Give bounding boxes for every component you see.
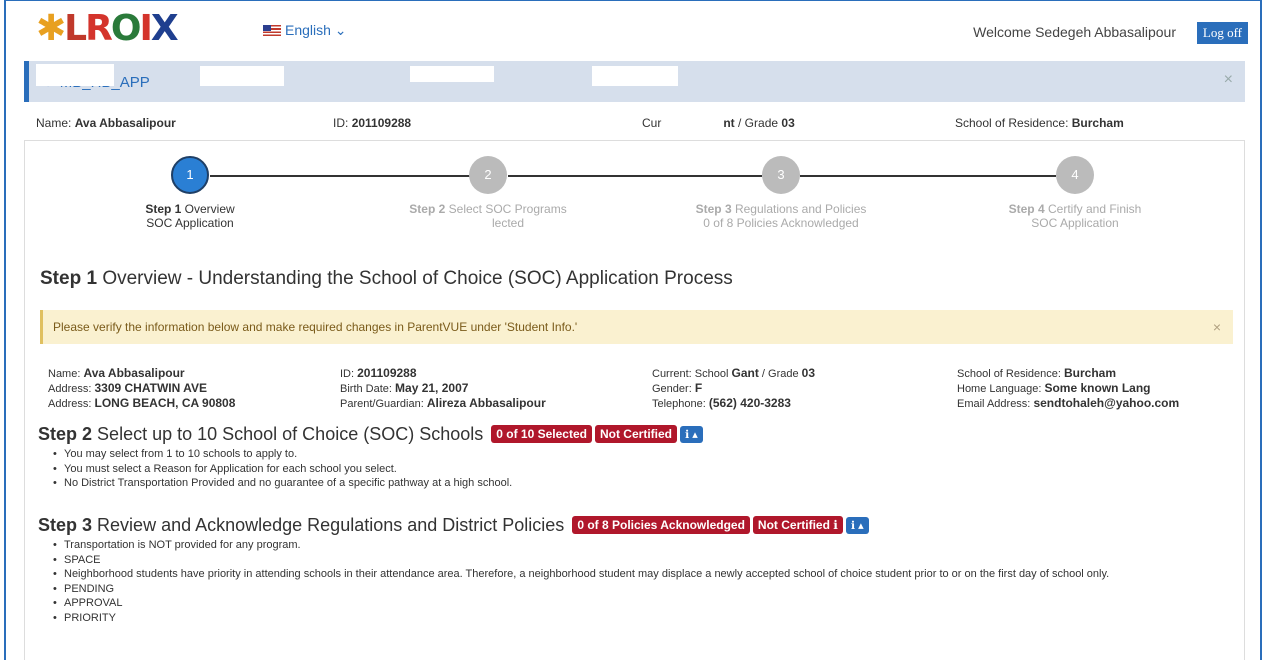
list-item: No District Transportation Provided and … bbox=[64, 476, 1224, 491]
stepper-connector bbox=[800, 175, 1056, 177]
step-2-bullet-list: You may select from 1 to 10 schools to a… bbox=[64, 447, 1224, 491]
step-2-heading: Step 2 Select up to 10 School of Choice … bbox=[38, 424, 703, 445]
us-flag-icon bbox=[263, 25, 281, 36]
list-item: PRIORITY bbox=[64, 611, 1224, 626]
info-toggle-button[interactable]: ℹ ▴ bbox=[845, 517, 869, 534]
details-column-school: Current: School Gant / Grade 03 Gender: … bbox=[652, 366, 816, 410]
logo-figure-icon: ✱ bbox=[36, 8, 66, 49]
certification-status-badge: Not Certified ℹ bbox=[752, 516, 843, 534]
step-3-circle[interactable]: 3 bbox=[762, 156, 800, 194]
language-label: English ⌄ bbox=[285, 22, 347, 38]
details-column-student: Name: Ava Abbasalipour Address: 3309 CHA… bbox=[48, 366, 236, 410]
close-icon[interactable]: × bbox=[1224, 71, 1233, 89]
step-1-circle[interactable]: 1 bbox=[171, 156, 209, 194]
redaction-block bbox=[36, 64, 114, 86]
top-bar: ✱LROIX English ⌄ Welcome Sedegeh Abbasal… bbox=[6, 4, 1260, 56]
step-3-label[interactable]: Step 3 Regulations and Policies 0 of 8 Po… bbox=[671, 202, 891, 230]
stepper-connector bbox=[210, 175, 470, 177]
redaction-block bbox=[200, 66, 284, 86]
step-4-circle[interactable]: 4 bbox=[1056, 156, 1094, 194]
list-item: SPACE bbox=[64, 553, 1224, 568]
summary-current-school: Cur nt / Grade 03 bbox=[642, 116, 795, 130]
step-1-heading: Step 1 Overview - Understanding the Scho… bbox=[40, 268, 733, 289]
logoff-button[interactable]: Log off bbox=[1196, 22, 1248, 44]
step-3-bullet-list: Transportation is NOT provided for any p… bbox=[64, 538, 1224, 625]
language-selector[interactable]: English ⌄ bbox=[263, 22, 347, 39]
list-item: PENDING bbox=[64, 582, 1224, 597]
step-1-label[interactable]: Step 1 Overview SOC Application bbox=[80, 202, 300, 230]
close-icon[interactable]: × bbox=[1213, 319, 1221, 335]
selected-count-badge: 0 of 10 Selected bbox=[491, 425, 592, 443]
redaction-block bbox=[592, 66, 678, 86]
step-3-heading: Step 3 Review and Acknowledge Regulation… bbox=[38, 515, 869, 536]
step-2-label[interactable]: Step 2 Select SOC Programs lected bbox=[378, 202, 598, 230]
details-column-residence: School of Residence: Burcham Home Langua… bbox=[957, 366, 1180, 410]
redaction-block bbox=[592, 4, 672, 28]
summary-name: Name: Ava Abbasalipour bbox=[36, 116, 176, 130]
summary-residence: School of Residence: Burcham bbox=[955, 116, 1124, 130]
policies-count-badge: 0 of 8 Policies Acknowledged bbox=[572, 516, 750, 534]
list-item: You must select a Reason for Application… bbox=[64, 462, 1224, 477]
info-toggle-button[interactable]: ℹ ▴ bbox=[679, 426, 703, 443]
step-2-circle[interactable]: 2 bbox=[469, 156, 507, 194]
list-item: You may select from 1 to 10 schools to a… bbox=[64, 447, 1224, 462]
redaction-block bbox=[410, 66, 494, 82]
list-item: Transportation is NOT provided for any p… bbox=[64, 538, 1224, 553]
details-column-id: ID: 201109288 Birth Date: May 21, 2007 P… bbox=[340, 366, 546, 410]
alert-text: Please verify the information below and … bbox=[53, 320, 578, 334]
verify-info-alert: Please verify the information below and … bbox=[40, 310, 1233, 344]
stepper-connector bbox=[508, 175, 762, 177]
list-item: Neighborhood students have priority in a… bbox=[64, 567, 1224, 582]
certification-status-badge: Not Certified bbox=[594, 425, 677, 443]
logo[interactable]: ✱LROIX bbox=[36, 8, 179, 49]
summary-id: ID: 201109288 bbox=[333, 116, 412, 130]
welcome-text: Welcome Sedegeh Abbasalipour bbox=[973, 24, 1176, 40]
list-item: APPROVAL bbox=[64, 596, 1224, 611]
step-4-label[interactable]: Step 4 Certify and Finish SOC Application bbox=[965, 202, 1185, 230]
